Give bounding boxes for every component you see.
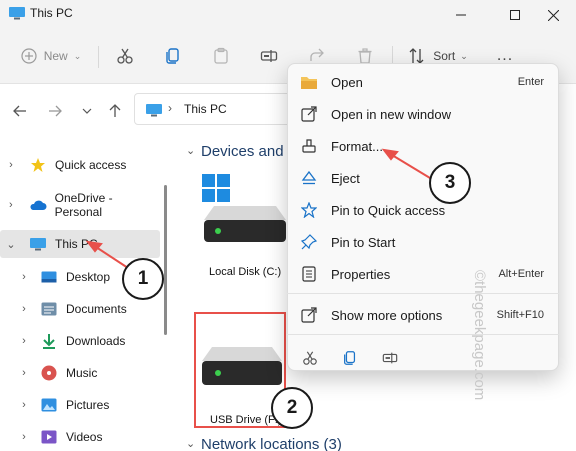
step-1-callout: 1 (122, 258, 164, 300)
arrow-3 (391, 154, 431, 179)
watermark: ©thegeekpage.com (471, 270, 488, 401)
step-3-callout: 3 (429, 162, 471, 204)
step-2-callout: 2 (271, 387, 313, 429)
annotation-arrows (85, 148, 431, 269)
arrow-1 (95, 246, 129, 269)
